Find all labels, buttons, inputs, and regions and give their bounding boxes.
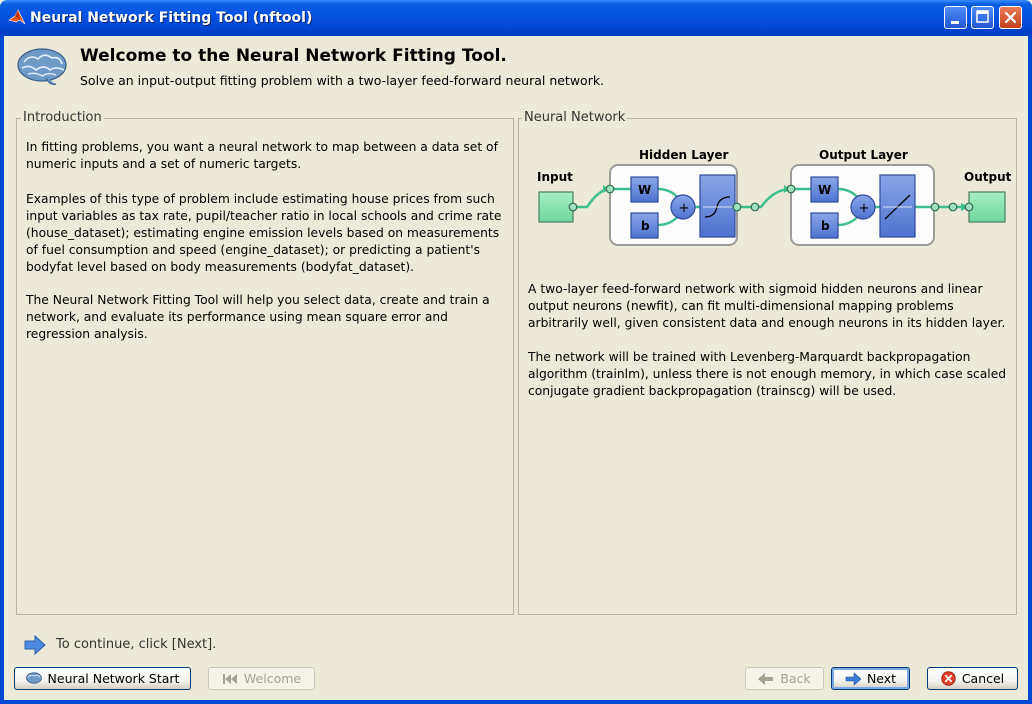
input-label: Input (537, 170, 573, 184)
introduction-label: Introduction (21, 110, 104, 125)
network-paragraph-1: A two-layer feed-forward network with si… (528, 282, 1006, 330)
neural-network-label: Neural Network (522, 110, 628, 125)
maximize-button[interactable] (971, 6, 994, 29)
output-label: Output (964, 170, 1012, 184)
welcome-label: Welcome (243, 671, 302, 686)
network-paragraph-2: The network will be trained with Levenbe… (528, 350, 1007, 398)
brain-icon (25, 672, 42, 684)
output-layer-label: Output Layer (819, 148, 908, 162)
skip-back-icon (222, 673, 237, 684)
window-frame-bottom (0, 700, 1032, 704)
page-title: Welcome to the Neural Network Fitting To… (80, 46, 507, 66)
window-frame-left (0, 36, 4, 704)
back-button[interactable]: Back (745, 667, 824, 690)
neural-network-panel: Neural Network Input Hidden Layer Output… (518, 110, 1017, 615)
output-bias-label: b (821, 219, 830, 233)
output-weight-label: W (818, 183, 831, 197)
hidden-layer-label: Hidden Layer (639, 148, 729, 162)
minimize-icon (951, 21, 959, 24)
intro-paragraph-2: Examples of this type of problem include… (26, 192, 502, 274)
output-node (968, 191, 1006, 223)
cancel-icon (941, 671, 956, 686)
continue-hint: To continue, click [Next]. (56, 637, 217, 652)
welcome-button[interactable]: Welcome (208, 667, 315, 690)
maximize-icon (976, 10, 989, 23)
introduction-panel: Introduction In fitting problems, you wa… (16, 110, 514, 615)
next-button[interactable]: Next (831, 667, 910, 690)
brain-icon (17, 48, 67, 85)
arrow-right-icon (845, 672, 861, 685)
cancel-label: Cancel (961, 671, 1005, 686)
neural-network-start-button[interactable]: Neural Network Start (14, 667, 191, 690)
neural-network-start-label: Neural Network Start (47, 671, 180, 686)
matlab-icon (8, 9, 26, 25)
minimize-button[interactable] (944, 6, 967, 29)
back-label: Back (780, 671, 811, 686)
close-icon (1004, 11, 1017, 24)
hidden-sum-label: + (679, 201, 690, 216)
next-label: Next (866, 671, 897, 686)
window-frame-right (1028, 36, 1032, 704)
title-bar[interactable]: Neural Network Fitting Tool (nftool) (0, 0, 1032, 36)
output-sum-label: + (859, 201, 870, 216)
hidden-bias-label: b (641, 219, 650, 233)
linear-transfer-box (879, 174, 916, 238)
page-subtitle: Solve an input-output fitting problem wi… (80, 73, 605, 88)
cancel-button[interactable]: Cancel (927, 667, 1018, 690)
window-title: Neural Network Fitting Tool (nftool) (30, 10, 313, 26)
arrow-right-icon (24, 635, 46, 655)
input-node (538, 191, 574, 223)
intro-paragraph-3: The Neural Network Fitting Tool will hel… (26, 293, 490, 341)
close-button[interactable] (999, 6, 1022, 29)
arrow-left-icon (758, 672, 774, 685)
intro-paragraph-1: In fitting problems, you want a neural n… (26, 140, 498, 171)
hidden-weight-label: W (638, 183, 651, 197)
network-diagram: Input Hidden Layer Output Layer Output W (537, 148, 1012, 246)
